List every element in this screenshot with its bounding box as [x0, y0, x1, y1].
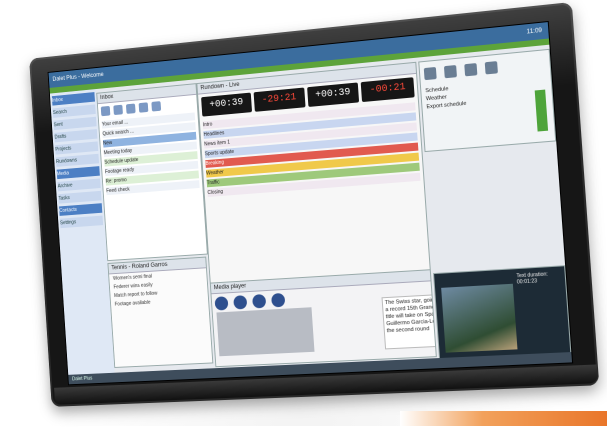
document-panel: Tennis - Roland Garros Women's semi fina…: [107, 256, 214, 368]
timer: -29:21: [253, 87, 306, 112]
sidebar-item[interactable]: Settings: [59, 215, 104, 229]
timer: -00:21: [360, 77, 415, 103]
story-note: The Swiss star, going for a record 15th …: [381, 293, 437, 350]
calendar-icon[interactable]: [423, 66, 437, 81]
record-icon[interactable]: [271, 292, 286, 308]
monitor: Dalet Plus - Welcome 11:09 Inbox Search …: [20, 0, 607, 431]
play-icon[interactable]: [214, 296, 229, 311]
sidebar-item[interactable]: Media: [56, 166, 100, 180]
sidebar-item[interactable]: Archive: [57, 178, 101, 192]
stop-icon[interactable]: [252, 294, 267, 309]
forward-icon[interactable]: [113, 104, 123, 116]
mail-panel: Inbox Your email ... Quick search ... Ne…: [96, 83, 208, 262]
cloud-icon[interactable]: [443, 65, 457, 79]
tennis-player-photo: [441, 283, 518, 353]
orange-accent: [400, 411, 607, 426]
flag-icon[interactable]: [138, 102, 149, 113]
export-icon[interactable]: [464, 63, 478, 77]
settings-icon[interactable]: [484, 61, 498, 75]
sidebar-item[interactable]: Contacts: [59, 203, 103, 216]
timer: +00:39: [201, 92, 252, 117]
player-panel: Media player The Swiss star, going for a…: [209, 269, 437, 368]
video-panel: Text duration: 00:01:23: [433, 265, 572, 363]
sidebar-item[interactable]: Sent: [53, 116, 97, 131]
pause-icon[interactable]: [233, 295, 248, 310]
preview-area: [216, 307, 315, 357]
right-panel: Schedule Weather Export schedule: [418, 48, 557, 153]
sidebar-item[interactable]: Rundowns: [55, 153, 100, 167]
rundown-panel: Rundown - Live +00:39 -29:21 +00:39 -00:…: [196, 61, 431, 284]
sidebar-item[interactable]: Tasks: [58, 190, 102, 204]
reply-icon[interactable]: [100, 105, 111, 117]
window-title: Dalet Plus - Welcome: [52, 72, 104, 83]
sidebar-item[interactable]: Projects: [55, 141, 99, 155]
clock: 11:09: [526, 27, 543, 36]
attach-icon[interactable]: [151, 101, 162, 112]
sidebar-item[interactable]: Inbox: [51, 92, 95, 106]
video-duration: Text duration: 00:01:23: [516, 271, 549, 286]
screen: Dalet Plus - Welcome 11:09 Inbox Search …: [47, 20, 574, 386]
timer: +00:39: [306, 82, 360, 108]
sidebar-item[interactable]: Search: [52, 104, 96, 118]
delete-icon[interactable]: [125, 103, 136, 114]
sidebar-item[interactable]: Drafts: [54, 129, 98, 143]
